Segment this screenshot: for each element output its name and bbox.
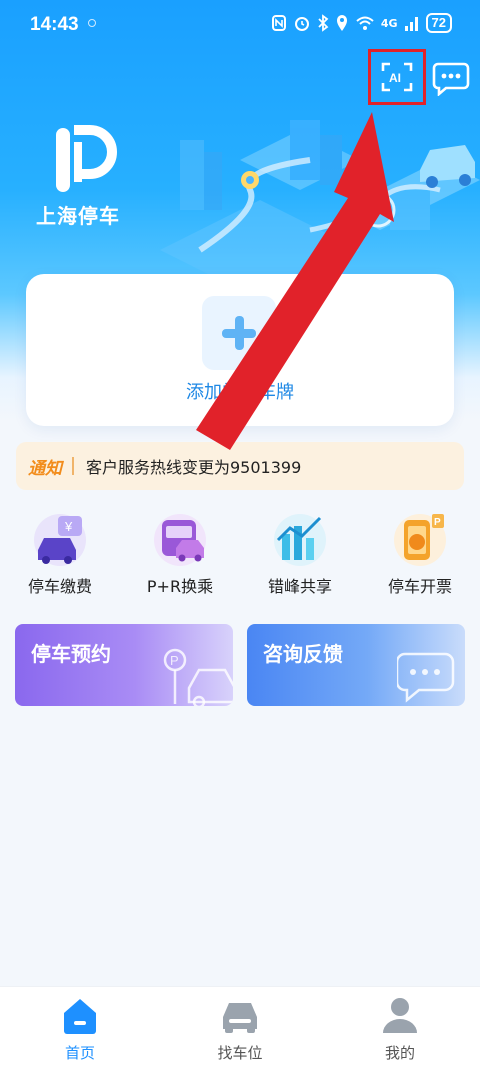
svg-text:P: P xyxy=(434,517,441,528)
signal-icon xyxy=(404,17,418,31)
shared-parking-icon xyxy=(274,514,326,566)
tab-find-parking[interactable]: 找车位 xyxy=(160,987,320,1068)
battery-indicator: 72 xyxy=(425,13,452,33)
wifi-icon xyxy=(356,16,374,30)
service-label: 停车缴费 xyxy=(27,577,92,596)
svg-text:AI: AI xyxy=(389,71,401,85)
add-plate-card[interactable]: 添加常用车牌 xyxy=(26,274,454,426)
parking-invoice-icon: P xyxy=(394,514,446,566)
network-type: 4G xyxy=(380,16,398,30)
city-illustration: P xyxy=(160,120,480,290)
ai-scan-icon: AI xyxy=(381,62,413,92)
service-label: P+R换乘 xyxy=(146,577,214,596)
location-dot-icon xyxy=(88,19,96,27)
add-plate-button[interactable] xyxy=(202,296,276,370)
tab-mine[interactable]: 我的 xyxy=(320,987,480,1068)
gps-icon xyxy=(336,15,347,31)
card-title: 停车预约 xyxy=(31,642,111,666)
ai-scan-button[interactable]: AI xyxy=(368,49,426,105)
parking-reservation-card[interactable]: 停车预约 P xyxy=(15,624,233,706)
bottom-tabbar: 首页 找车位 我的 xyxy=(0,986,480,1068)
chat-bubble-icon[interactable] xyxy=(432,60,470,96)
service-shared-parking[interactable]: 错峰共享 xyxy=(240,510,360,602)
status-bar: 14:43 4G 72 xyxy=(0,0,480,50)
status-icons: 4G 72 xyxy=(271,13,452,33)
parking-car-icon: P xyxy=(163,648,233,706)
user-icon xyxy=(383,998,417,1033)
svg-text:P: P xyxy=(170,653,179,668)
consult-feedback-card[interactable]: 咨询反馈 xyxy=(247,624,465,706)
add-plate-label: 添加常用车牌 xyxy=(186,382,294,403)
tab-label: 我的 xyxy=(384,1044,415,1062)
service-parking-invoice[interactable]: P 停车开票 xyxy=(360,510,480,602)
parking-payment-icon: ¥ xyxy=(34,514,86,566)
alarm-icon xyxy=(294,17,309,31)
bluetooth-icon xyxy=(318,14,329,32)
plus-icon xyxy=(222,316,256,350)
home-icon xyxy=(64,999,96,1034)
brand-name: 上海停车 xyxy=(36,204,120,228)
svg-text:¥: ¥ xyxy=(64,519,73,534)
status-time: 14:43 xyxy=(30,14,79,35)
tab-label: 首页 xyxy=(64,1044,95,1062)
nfc-icon xyxy=(271,15,286,31)
card-title: 咨询反馈 xyxy=(263,642,343,666)
notice-divider xyxy=(72,457,74,475)
tab-label: 找车位 xyxy=(217,1044,263,1062)
notice-text: 客户服务热线变更为9501399 xyxy=(86,458,302,477)
service-parking-payment[interactable]: ¥ 停车缴费 xyxy=(0,510,120,602)
service-label: 错峰共享 xyxy=(267,577,332,596)
tab-home[interactable]: 首页 xyxy=(0,987,160,1068)
service-label: 停车开票 xyxy=(387,577,452,596)
feedback-chat-icon xyxy=(397,652,455,703)
svg-text:P: P xyxy=(372,203,383,220)
car-icon xyxy=(223,1003,257,1033)
notice-bar[interactable]: 通知 客户服务热线变更为9501399 xyxy=(16,442,464,490)
notice-tag: 通知 xyxy=(28,458,62,479)
bus-transfer-icon xyxy=(154,514,206,566)
service-pr-transfer[interactable]: P+R换乘 xyxy=(120,510,240,602)
service-grid: ¥ 停车缴费 P+R换乘 错峰共享 P 停车开票 xyxy=(0,510,480,602)
